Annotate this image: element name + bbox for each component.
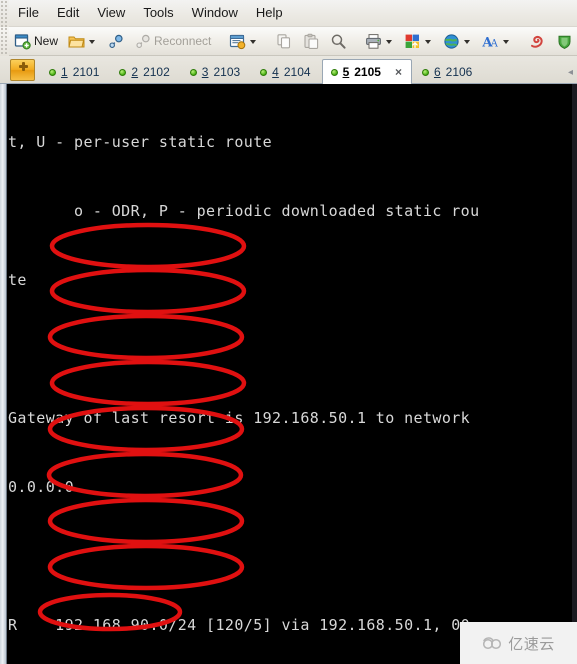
menu-file[interactable]: File xyxy=(9,2,48,24)
reconnect-button[interactable]: Reconnect xyxy=(130,29,215,53)
web-button[interactable] xyxy=(439,29,476,53)
menu-tools[interactable]: Tools xyxy=(134,2,182,24)
tab-number: 3 xyxy=(201,65,209,79)
tab-status-connected-icon xyxy=(189,68,197,76)
copy-icon xyxy=(276,33,293,50)
file-transfer-icon xyxy=(404,33,421,50)
web-globe-icon xyxy=(443,33,460,50)
font-button[interactable]: A A xyxy=(478,29,515,53)
copy-button[interactable] xyxy=(272,29,297,53)
tab-number: 1 xyxy=(61,65,68,79)
terminal-line: o - ODR, P - periodic downloaded static … xyxy=(8,202,480,220)
menu-view[interactable]: View xyxy=(88,2,134,24)
paste-icon xyxy=(303,33,320,50)
toolbar-gripper[interactable] xyxy=(0,26,9,56)
new-session-button[interactable]: New xyxy=(10,29,62,53)
tab-2104[interactable]: 4 2104 xyxy=(251,60,320,83)
tab-2105[interactable]: 5 2105 × xyxy=(321,59,412,84)
terminal-panel: t, U - per-user static route o - ODR, P … xyxy=(0,84,577,664)
open-session-button[interactable] xyxy=(64,29,101,53)
terminal-output[interactable]: t, U - per-user static route o - ODR, P … xyxy=(8,84,572,664)
log-icon xyxy=(529,33,546,50)
tab-title: 2102 xyxy=(143,65,170,79)
tab-2103[interactable]: 3 2103 xyxy=(181,60,250,83)
print-chevron-down-icon[interactable] xyxy=(386,40,393,44)
file-transfer-button[interactable] xyxy=(400,29,437,53)
svg-text:A: A xyxy=(490,38,499,49)
font-chevron-down-icon[interactable] xyxy=(503,40,510,44)
terminal-right-edge xyxy=(572,84,577,664)
connect-button[interactable] xyxy=(103,29,128,53)
find-magnifier-icon xyxy=(330,33,347,50)
menu-edit[interactable]: Edit xyxy=(48,2,88,24)
watermark: 亿速云 xyxy=(460,622,577,664)
terminal-line: Gateway of last resort is 192.168.50.1 t… xyxy=(8,409,471,427)
cloud-logo-icon xyxy=(482,636,504,651)
file-transfer-chevron-down-icon[interactable] xyxy=(425,40,432,44)
tab-2101[interactable]: 1 2101 xyxy=(40,60,109,83)
terminal-line: t, U - per-user static route xyxy=(8,133,273,151)
menu-help[interactable]: Help xyxy=(247,2,292,24)
tab-title: 2103 xyxy=(213,65,241,79)
tab-title: 2106 xyxy=(445,65,473,79)
tab-status-connected-icon xyxy=(119,68,127,76)
session-manager-button[interactable] xyxy=(225,29,262,53)
tab-number: 4 xyxy=(272,65,279,79)
session-manager-chevron-down-icon[interactable] xyxy=(250,40,257,44)
tab-number: 5 xyxy=(342,65,350,79)
connect-plug-icon xyxy=(107,33,124,50)
paste-button[interactable] xyxy=(299,29,324,53)
new-tab-button[interactable] xyxy=(10,59,35,81)
terminal-line: te xyxy=(8,271,27,289)
tab-status-connected-icon xyxy=(49,68,56,76)
open-session-chevron-down-icon[interactable] xyxy=(89,40,96,44)
tab-status-connected-icon xyxy=(421,68,429,76)
open-folder-icon xyxy=(68,33,85,50)
reconnect-label: Reconnect xyxy=(154,34,212,48)
watermark-text: 亿速云 xyxy=(508,634,555,653)
menu-bar-gripper[interactable] xyxy=(0,0,9,27)
toolbar: New Reconnect A A xyxy=(0,26,577,56)
security-button[interactable] xyxy=(552,29,577,53)
tab-scroll-left-icon[interactable]: ◂ xyxy=(568,67,573,78)
tab-number: 2 xyxy=(131,65,139,79)
print-button[interactable] xyxy=(361,29,398,53)
menu-window[interactable]: Window xyxy=(183,2,247,24)
secure-crt-window: File Edit View Tools Window Help New Rec… xyxy=(0,0,577,664)
web-chevron-down-icon[interactable] xyxy=(464,40,471,44)
menu-bar: File Edit View Tools Window Help xyxy=(0,0,577,27)
tab-close-icon[interactable]: × xyxy=(395,66,402,78)
print-icon xyxy=(365,33,382,50)
reconnect-plug-icon xyxy=(134,33,151,50)
tab-2106[interactable]: 6 2106 xyxy=(413,60,482,83)
new-session-icon xyxy=(14,33,31,50)
tab-number: 6 xyxy=(433,65,441,79)
tab-bar: 1 2101 2 2102 3 2103 4 2104 5 2105 × 6 2… xyxy=(0,56,577,84)
tab-status-connected-icon xyxy=(260,68,268,76)
find-button[interactable] xyxy=(326,29,351,53)
tab-2102[interactable]: 2 2102 xyxy=(110,60,179,83)
tab-title: 2105 xyxy=(354,65,381,79)
log-button[interactable] xyxy=(525,29,550,53)
tab-title: 2101 xyxy=(72,65,100,79)
session-manager-icon xyxy=(229,33,246,50)
terminal-left-scrollbar[interactable] xyxy=(0,84,7,664)
tab-status-connected-icon xyxy=(330,68,338,76)
terminal-line: 0.0.0.0 xyxy=(8,478,75,496)
new-session-label: New xyxy=(34,34,59,48)
font-icon: A A xyxy=(482,33,499,50)
shield-icon xyxy=(556,33,573,50)
tab-title: 2104 xyxy=(283,65,311,79)
